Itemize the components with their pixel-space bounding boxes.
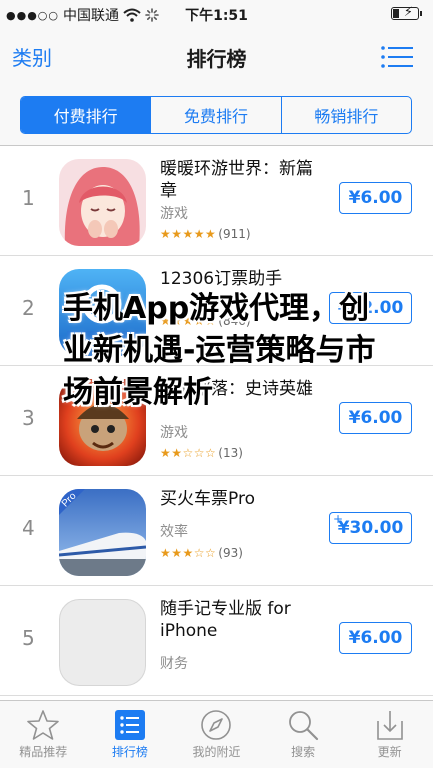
app-category: 财务: [160, 656, 188, 672]
price-label: ¥30.00: [337, 518, 404, 538]
rating-stars: ★★★☆☆ (93): [160, 546, 243, 560]
tab-label: 我的附近: [192, 745, 241, 759]
rating-stars: ★★★★★ (911): [160, 227, 251, 241]
tab-label: 搜索: [291, 745, 316, 759]
buy-price-button[interactable]: + ¥30.00: [329, 512, 412, 544]
rating-count: (911): [218, 227, 251, 241]
tab-search[interactable]: 搜索: [260, 701, 347, 768]
star-rating-icons: ★★★★★: [160, 227, 217, 241]
list-item[interactable]: 5 随手记专业版 for iPhone 财务 ¥6.00: [0, 586, 433, 696]
tab-ranking[interactable]: 排行榜: [87, 701, 174, 768]
tab-top-grossing[interactable]: 畅销排行: [282, 97, 411, 133]
app-name: 12306订票助手: [160, 269, 283, 289]
rank-number: 1: [22, 186, 35, 210]
app-category: 效率: [160, 524, 188, 540]
list-item[interactable]: 4 Pro 买火车票Pro 效率 ★★★☆☆ (93) + ¥30.00: [0, 476, 433, 586]
high-speed-train-app-icon[interactable]: Pro: [59, 489, 146, 576]
app-name: 买火车票Pro: [160, 489, 255, 509]
tab-label: 精品推荐: [19, 745, 68, 759]
compass-icon: [201, 710, 232, 740]
rating-count: (93): [218, 546, 243, 560]
app-name: 随手记专业版 for iPhone: [160, 599, 291, 641]
rank-number: 4: [22, 516, 35, 540]
update-tray-icon: [376, 711, 403, 740]
tab-label: 排行榜: [111, 745, 148, 759]
universal-plus-icon: +: [333, 512, 344, 526]
app-category: 游戏: [160, 425, 188, 441]
ranking-segmented-control: 付费排行 免费排行 畅销排行: [20, 96, 412, 134]
star-icon: [27, 710, 60, 740]
tab-updates[interactable]: 更新: [346, 701, 433, 768]
rank-number: 3: [22, 406, 35, 430]
tab-featured[interactable]: 精品推荐: [0, 701, 87, 768]
search-icon: [289, 711, 319, 741]
status-time: 下午1:51: [185, 8, 248, 24]
tab-paid-ranking[interactable]: 付费排行: [21, 97, 152, 133]
bottom-tab-bar: 精品推荐 排行榜 我的附近 搜索 更新: [0, 700, 433, 768]
app-name: 暖暖环游世界：新篇章: [160, 159, 313, 201]
status-bar: ●●●○○ 中国联通 下午1:51 ⚡: [0, 0, 433, 28]
tab-nearby[interactable]: 我的附近: [173, 701, 260, 768]
app-ranking-list: 1 暖暖环游世界：新篇章 游戏 ★★★★★ (911) ¥6.00 2 12306…: [0, 146, 433, 700]
list-item[interactable]: 1 暖暖环游世界：新篇章 游戏 ★★★★★ (911) ¥6.00: [0, 146, 433, 256]
star-rating-icons: ★★★☆☆: [160, 546, 217, 560]
rank-number: 5: [22, 626, 35, 650]
page-title: 排行榜: [186, 47, 247, 71]
rating-stars: ★★☆☆☆ (13): [160, 446, 243, 460]
tab-label: 更新: [377, 745, 402, 759]
navigation-bar: 类别 排行榜: [0, 28, 433, 86]
buy-price-button[interactable]: ¥6.00: [339, 182, 412, 214]
tab-free-ranking[interactable]: 免费排行: [151, 97, 282, 133]
overlay-caption: 手机App游戏代理，创业新机遇-运营策略与市场前景解析: [63, 291, 376, 410]
segment-bar: 付费排行 免费排行 畅销排行: [0, 86, 433, 146]
star-rating-icons: ★★☆☆☆: [160, 446, 217, 460]
placeholder-app-icon[interactable]: [59, 599, 146, 686]
rank-number: 2: [22, 296, 35, 320]
anime-girl-app-icon[interactable]: [59, 159, 146, 246]
rating-count: (13): [218, 446, 243, 460]
battery-icon: ⚡: [391, 5, 422, 20]
list-menu-icon[interactable]: [381, 46, 413, 68]
ranking-list-icon: [114, 710, 145, 740]
buy-price-button[interactable]: ¥6.00: [339, 622, 412, 654]
app-category: 游戏: [160, 206, 188, 222]
